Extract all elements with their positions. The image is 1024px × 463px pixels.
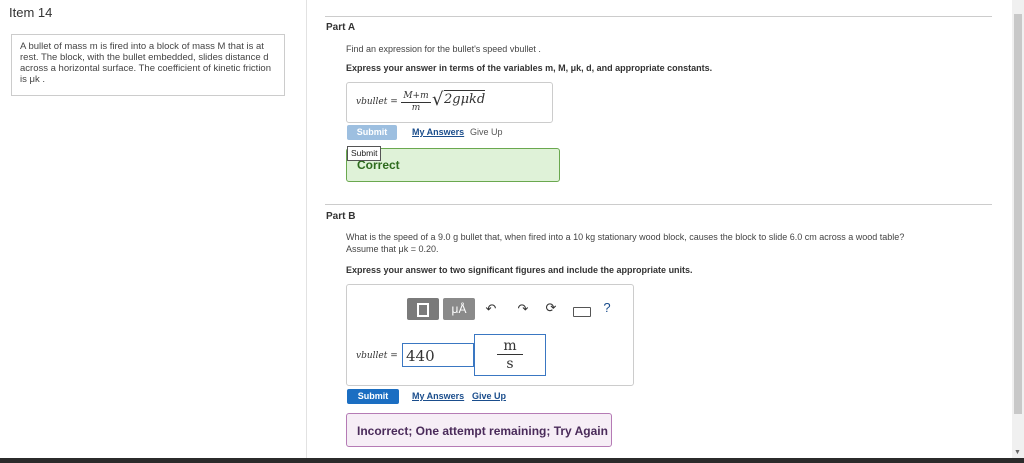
part-a-instruction: Express your answer in terms of the vari… (346, 63, 713, 73)
problem-line-3: across a horizontal surface. The coeffic… (20, 63, 271, 74)
problem-line-2: rest. The block, with the bullet embedde… (20, 52, 269, 63)
fraction-denominator: m (411, 103, 421, 113)
problem-statement: A bullet of mass m is fired into a block… (11, 34, 285, 96)
sqrt-icon: √ (432, 89, 444, 110)
problem-line-1: A bullet of mass m is fired into a block… (20, 41, 264, 52)
value-input[interactable]: 440 (402, 343, 474, 367)
part-a-submit-button[interactable]: Submit (347, 125, 397, 140)
help-icon[interactable]: ? (599, 300, 615, 315)
unit-numerator: m (497, 338, 523, 355)
part-a-var-label: vbullet = (356, 97, 398, 107)
part-b-my-answers-link[interactable]: My Answers (412, 391, 464, 401)
unit-denominator: s (506, 356, 514, 372)
scrollbar-thumb[interactable] (1014, 14, 1022, 414)
part-b-answer-box: μÅ ↶ ↷ ⟳ ? vbullet = 440 m s (346, 284, 634, 386)
part-b-label: Part B (326, 211, 356, 222)
item-title: Item 14 (9, 5, 53, 20)
part-b-give-up-link[interactable]: Give Up (472, 391, 506, 401)
taskbar-strip (0, 458, 1024, 463)
units-input[interactable]: m s (474, 334, 546, 376)
fraction-numerator: M+m (401, 91, 431, 103)
part-b-var-label: vbullet = (356, 351, 398, 361)
part-b-instruction: Express your answer to two significant f… (346, 265, 693, 275)
templates-icon (417, 302, 429, 317)
part-a-answer-box: vbullet = M+m m √ 2gμkd (346, 82, 553, 123)
part-b-submit-button[interactable]: Submit (347, 389, 399, 404)
part-a-fraction: M+m m (401, 91, 431, 114)
keyboard-icon[interactable] (573, 307, 591, 317)
undo-icon[interactable]: ↶ (483, 301, 499, 317)
reset-icon[interactable]: ⟳ (543, 300, 559, 316)
symbols-button[interactable]: μÅ (443, 298, 475, 320)
part-a-my-answers-link[interactable]: My Answers (412, 127, 464, 137)
part-a-label: Part A (326, 22, 356, 33)
part-b-prompt-line-2: Assume that μk = 0.20. (346, 244, 439, 254)
part-a-prompt: Find an expression for the bullet's spee… (346, 44, 541, 54)
part-a-give-up-link[interactable]: Give Up (470, 127, 503, 137)
scrollbar[interactable]: ▼ (1012, 0, 1024, 458)
problem-line-4: is μk . (20, 74, 46, 85)
incorrect-label: Incorrect; One attempt remaining; Try Ag… (357, 424, 608, 438)
part-b-divider (325, 204, 992, 205)
redo-icon[interactable]: ↷ (515, 301, 531, 317)
scroll-down-icon[interactable]: ▼ (1014, 449, 1021, 456)
part-a-divider (325, 16, 992, 17)
templates-button[interactable] (407, 298, 439, 320)
unit-fraction: m s (497, 338, 523, 373)
submit-tooltip: Submit (347, 146, 382, 161)
part-b-feedback-incorrect: Incorrect; One attempt remaining; Try Ag… (346, 413, 612, 447)
answer-panel: Part A Find an expression for the bullet… (307, 0, 1012, 458)
sqrt-content: 2gμkd (444, 90, 486, 107)
part-b-prompt-line-1: What is the speed of a 9.0 g bullet that… (346, 232, 905, 242)
problem-panel: Item 14 A bullet of mass m is fired into… (0, 0, 307, 458)
